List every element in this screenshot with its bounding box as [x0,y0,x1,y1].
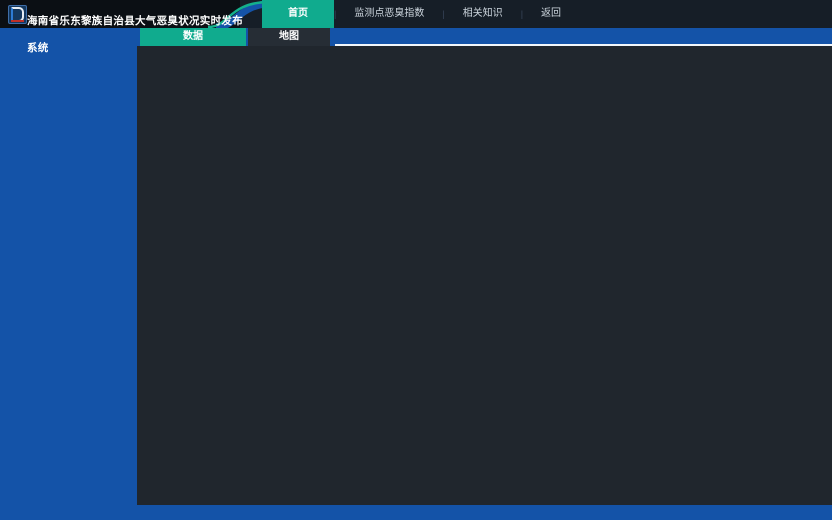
nav-item-2[interactable]: 相关知识 [445,0,521,28]
nav-item-0[interactable]: 首页 [262,0,334,28]
main-nav: 首页|监测点恶臭指数|相关知识|返回 [262,0,579,28]
top-bar: 海南省乐东黎族自治县大气恶臭状况实时发布系统 首页|监测点恶臭指数|相关知识|返… [0,0,832,28]
app-logo [8,5,27,24]
app-title: 海南省乐东黎族自治县大气恶臭状况实时发布系统 [27,8,251,62]
tab-map[interactable]: 地图 [248,28,330,46]
nav-item-1[interactable]: 监测点恶臭指数 [336,0,442,28]
tabrow-underline [335,44,832,46]
dashboard-main [137,46,832,505]
nav-item-3[interactable]: 返回 [523,0,579,28]
logo-red-mark [11,20,24,22]
